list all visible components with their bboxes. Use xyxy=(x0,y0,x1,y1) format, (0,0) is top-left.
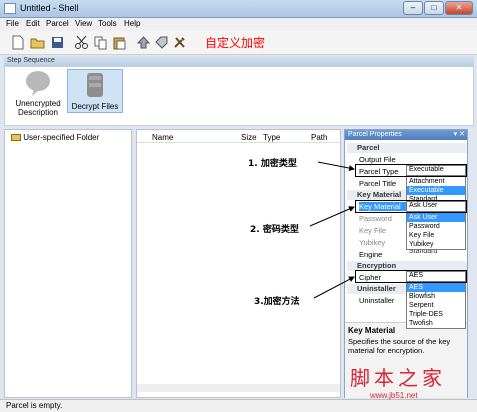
arrow-parcel-type xyxy=(317,161,355,171)
status-bar: Parcel is empty. xyxy=(0,399,477,412)
watermark-url: www.jb51.net xyxy=(370,391,418,400)
annotation-arrows xyxy=(309,161,355,299)
watermark-text: 脚本之家 xyxy=(350,366,446,390)
arrow-key-material xyxy=(309,206,355,227)
arrow-cipher xyxy=(313,276,355,299)
